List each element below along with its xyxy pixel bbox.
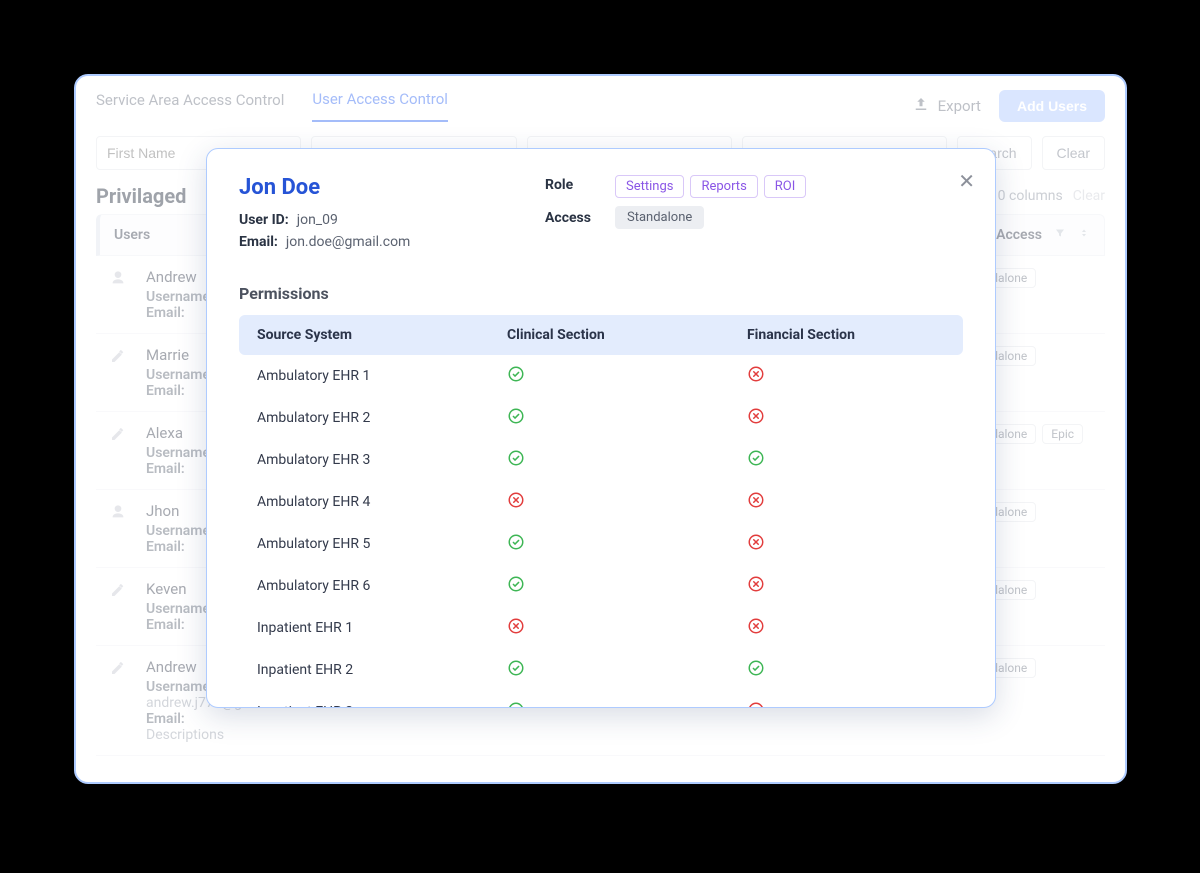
perm-source: Inpatient EHR 2: [257, 662, 507, 678]
perm-source: Inpatient EHR 3: [257, 704, 507, 708]
user-id-label: User ID:: [239, 212, 289, 228]
cross-icon: [507, 491, 525, 509]
email-value: jon.doe@gmail.com: [286, 234, 410, 250]
perm-col-clinical: Clinical Section: [507, 327, 747, 343]
cross-icon: [747, 617, 765, 635]
permission-row: Ambulatory EHR 1: [239, 355, 963, 397]
check-icon: [507, 659, 525, 677]
perm-source: Ambulatory EHR 6: [257, 578, 507, 594]
cross-icon: [747, 491, 765, 509]
permission-row: Ambulatory EHR 5: [239, 523, 963, 565]
perm-source: Ambulatory EHR 1: [257, 368, 507, 384]
check-icon: [507, 365, 525, 383]
cross-icon: [747, 407, 765, 425]
modal-user-name: Jon Doe: [239, 175, 489, 200]
role-tag: Settings: [615, 175, 684, 198]
check-icon: [507, 407, 525, 425]
perm-source: Inpatient EHR 1: [257, 620, 507, 636]
permission-row: Ambulatory EHR 6: [239, 565, 963, 607]
perm-col-source: Source System: [257, 327, 507, 343]
role-tag: ROI: [764, 175, 807, 198]
check-icon: [507, 701, 525, 708]
role-tag: Reports: [690, 175, 757, 198]
permission-row: Ambulatory EHR 2: [239, 397, 963, 439]
perm-source: Ambulatory EHR 2: [257, 410, 507, 426]
app-window: Service Area Access Control User Access …: [74, 74, 1127, 784]
user-id-value: jon_09: [297, 212, 338, 228]
perm-col-financial: Financial Section: [747, 327, 945, 343]
access-value-tag: Standalone: [615, 206, 704, 229]
permission-row: Inpatient EHR 3: [239, 691, 963, 708]
permission-row: Inpatient EHR 1: [239, 607, 963, 649]
check-icon: [747, 659, 765, 677]
permission-row: Inpatient EHR 2: [239, 649, 963, 691]
check-icon: [507, 575, 525, 593]
permission-row: Ambulatory EHR 3: [239, 439, 963, 481]
permissions-table-header: Source System Clinical Section Financial…: [239, 315, 963, 355]
cross-icon: [507, 617, 525, 635]
check-icon: [747, 449, 765, 467]
cross-icon: [747, 533, 765, 551]
perm-source: Ambulatory EHR 4: [257, 494, 507, 510]
user-detail-modal: ✕ Jon Doe User ID: jon_09 Email: jon.doe…: [206, 148, 996, 708]
email-label: Email:: [239, 234, 278, 250]
permissions-title: Permissions: [239, 284, 963, 303]
perm-source: Ambulatory EHR 3: [257, 452, 507, 468]
cross-icon: [747, 365, 765, 383]
close-icon[interactable]: ✕: [958, 169, 975, 193]
role-label: Role: [545, 177, 603, 193]
check-icon: [507, 533, 525, 551]
perm-source: Ambulatory EHR 5: [257, 536, 507, 552]
access-label: Access: [545, 210, 603, 226]
cross-icon: [747, 575, 765, 593]
cross-icon: [747, 701, 765, 708]
check-icon: [507, 449, 525, 467]
permission-row: Ambulatory EHR 4: [239, 481, 963, 523]
